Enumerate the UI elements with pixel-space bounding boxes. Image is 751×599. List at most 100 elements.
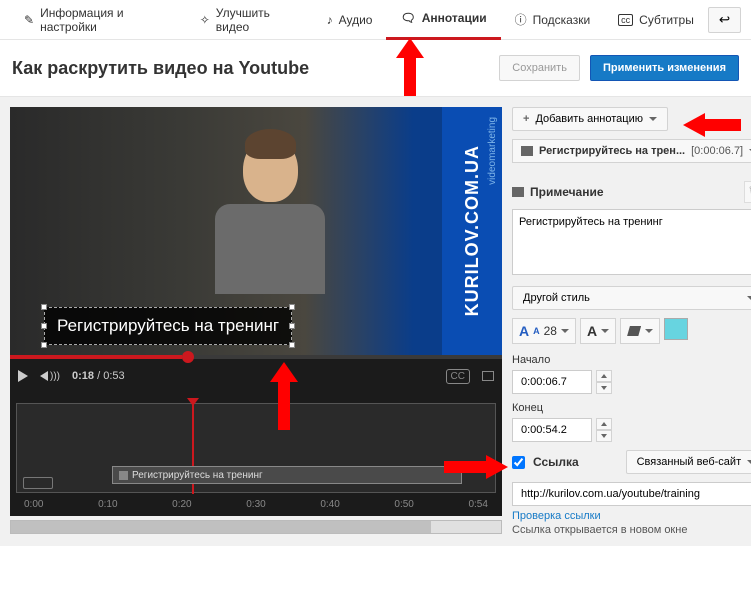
tab-cards[interactable]: ⓘ Подсказки: [501, 0, 605, 40]
play-button[interactable]: [18, 370, 28, 382]
person-figure: [210, 137, 330, 287]
current-time: 0:18: [72, 370, 94, 382]
small-a-icon: A: [533, 326, 540, 336]
plus-icon: +: [523, 113, 529, 125]
speech-icon: 🗨: [400, 11, 415, 25]
pencil-icon: ✎: [24, 13, 34, 27]
tab-subtitles-label: Субтитры: [639, 13, 694, 27]
speaker-icon: [40, 371, 48, 381]
tab-cards-label: Подсказки: [533, 13, 591, 27]
chevron-down-icon: [561, 329, 569, 333]
top-tabs: ✎ Информация и настройки ✧ Улучшить виде…: [0, 0, 751, 40]
add-annotation-button[interactable]: + Добавить аннотацию: [512, 107, 668, 131]
link-note: Ссылка открывается в новом окне: [512, 524, 751, 536]
start-time-row: [512, 370, 751, 394]
end-time-row: [512, 418, 751, 442]
tab-audio[interactable]: ♪ Аудио: [313, 0, 387, 40]
video-player[interactable]: KURILOV.COM.UA videomarketing Регистриру…: [10, 107, 502, 355]
fullscreen-button[interactable]: [482, 371, 494, 381]
tab-info[interactable]: ✎ Информация и настройки: [10, 0, 186, 40]
resize-handle[interactable]: [41, 323, 47, 329]
tab-audio-label: Аудио: [339, 13, 373, 27]
time-display: 0:18 / 0:53: [72, 370, 125, 382]
cc-toggle[interactable]: CC: [446, 369, 470, 384]
progress-fill: [10, 355, 182, 359]
tab-improve-label: Улучшить видео: [216, 6, 299, 34]
trash-icon: 🗑: [748, 185, 751, 199]
start-time-input[interactable]: [512, 370, 592, 394]
timeline-scrollbar[interactable]: [10, 520, 502, 534]
video-banner: KURILOV.COM.UA videomarketing: [442, 107, 502, 355]
save-button[interactable]: Сохранить: [499, 55, 580, 81]
left-column: KURILOV.COM.UA videomarketing Регистриру…: [10, 97, 502, 536]
font-size-value: 28: [544, 324, 557, 338]
chevron-down-icon: [645, 329, 653, 333]
timeline: Регистрируйтесь на тренинг 0:00 0:10 0:2…: [10, 393, 502, 516]
annotation-item-text: Регистрируйтесь на трен...: [539, 145, 685, 157]
ruler-tick: 0:54: [468, 499, 487, 510]
page-header: Как раскрутить видео на Youtube Сохранит…: [0, 40, 751, 96]
timeline-track[interactable]: Регистрируйтесь на тренинг: [16, 403, 496, 493]
timeline-clip-label: Регистрируйтесь на тренинг: [132, 470, 263, 481]
bucket-icon: [627, 326, 641, 336]
note-header-label: Примечание: [530, 185, 604, 199]
wand-icon: ✧: [200, 13, 210, 27]
volume-button[interactable]: ))): [40, 371, 60, 382]
delete-button[interactable]: 🗑: [744, 181, 751, 203]
back-arrow-icon: ↩: [719, 12, 730, 27]
resize-handle[interactable]: [289, 342, 295, 348]
timeline-clip[interactable]: Регистрируйтесь на тренинг: [112, 466, 462, 484]
stepper-up[interactable]: [596, 370, 612, 382]
link-type-select[interactable]: Связанный веб-сайт: [626, 450, 751, 474]
tab-improve[interactable]: ✧ Улучшить видео: [186, 0, 313, 40]
note-icon: ♪: [327, 13, 333, 27]
loop-marker[interactable]: [23, 477, 53, 489]
link-url-input[interactable]: [512, 482, 751, 506]
chevron-down-icon: [747, 460, 751, 464]
text-color-button[interactable]: A: [580, 318, 616, 344]
text-color-icon: A: [587, 323, 597, 339]
chevron-down-icon: [747, 296, 751, 300]
progress-bar[interactable]: [10, 355, 502, 359]
style-select[interactable]: Другой стиль: [512, 286, 751, 310]
annotation-list-item[interactable]: Регистрируйтесь на трен... [0:00:06.7]: [512, 139, 751, 163]
add-annotation-label: Добавить аннотацию: [535, 113, 643, 125]
style-select-label: Другой стиль: [523, 292, 590, 304]
sound-waves-icon: ))): [50, 371, 60, 382]
resize-handle[interactable]: [289, 323, 295, 329]
annotation-overlay[interactable]: Регистрируйтесь на тренинг: [44, 307, 292, 345]
speech-icon: [512, 187, 524, 197]
play-icon: [18, 370, 28, 382]
resize-handle[interactable]: [41, 342, 47, 348]
large-a-icon: A: [519, 323, 529, 339]
chevron-down-icon: [601, 329, 609, 333]
scrollbar-thumb[interactable]: [11, 521, 431, 533]
link-verify[interactable]: Проверка ссылки: [512, 510, 751, 522]
stepper-up[interactable]: [596, 418, 612, 430]
font-size-button[interactable]: A A 28: [512, 318, 576, 344]
resize-handle[interactable]: [289, 304, 295, 310]
ruler-tick: 0:20: [172, 499, 191, 510]
annotation-text-input[interactable]: [512, 209, 751, 275]
end-time-input[interactable]: [512, 418, 592, 442]
apply-button[interactable]: Применить изменения: [590, 55, 739, 81]
start-label: Начало: [512, 354, 751, 366]
timeline-ruler: 0:00 0:10 0:20 0:30 0:40 0:50 0:54: [16, 493, 496, 510]
cc-icon: cc: [618, 14, 633, 26]
resize-handle[interactable]: [41, 304, 47, 310]
link-type-label: Связанный веб-сайт: [637, 456, 742, 468]
format-toolbar: A A 28 A: [512, 318, 751, 344]
stepper-down[interactable]: [596, 382, 612, 394]
color-swatch[interactable]: [664, 318, 688, 340]
stepper-down[interactable]: [596, 430, 612, 442]
fill-color-button[interactable]: [620, 318, 660, 344]
ruler-tick: 0:50: [394, 499, 413, 510]
back-button[interactable]: ↩: [708, 7, 741, 33]
ruler-tick: 0:00: [24, 499, 43, 510]
tab-annotations[interactable]: 🗨 Аннотации: [386, 0, 500, 40]
tab-subtitles[interactable]: cc Субтитры: [604, 0, 708, 40]
content: KURILOV.COM.UA videomarketing Регистриру…: [0, 96, 751, 546]
annotation-item-time: [0:00:06.7]: [691, 145, 743, 157]
info-icon: ⓘ: [515, 11, 527, 28]
link-checkbox[interactable]: [512, 456, 525, 469]
